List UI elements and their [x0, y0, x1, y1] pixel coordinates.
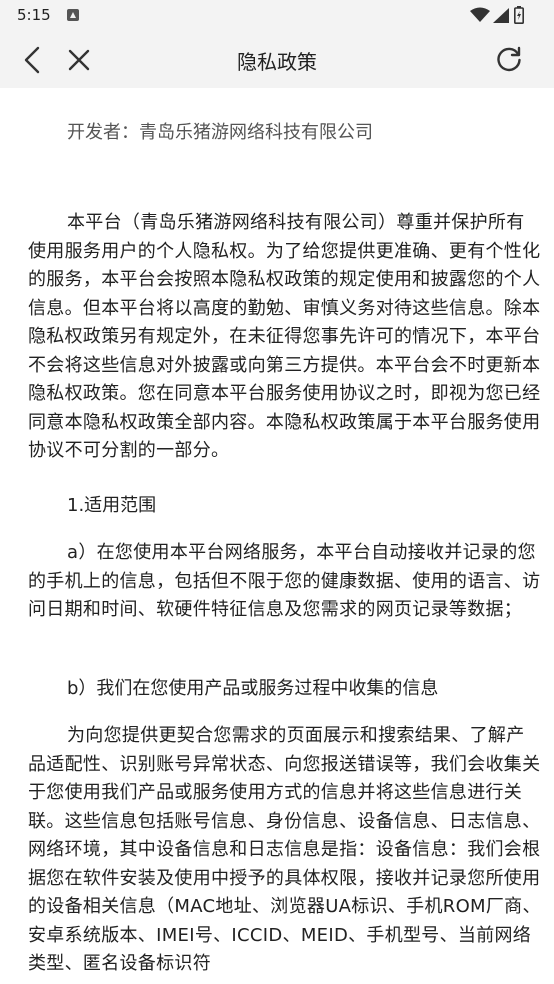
- refresh-icon[interactable]: [494, 45, 524, 75]
- page-title: 隐私政策: [237, 50, 317, 74]
- signal-icon: [493, 8, 509, 23]
- wifi-icon: [470, 7, 490, 22]
- policy-content[interactable]: 开发者：青岛乐猪游网络科技有限公司 本平台（青岛乐猪游网络科技有限公司）尊重并保…: [0, 88, 554, 984]
- status-indicators: [470, 6, 540, 24]
- status-bar: 5:15: [0, 0, 554, 30]
- status-time: 5:15: [17, 6, 51, 24]
- section-b-title: b）我们在您使用产品或服务过程中收集的信息: [67, 678, 439, 699]
- intro-paragraph: 本平台（青岛乐猪游网络科技有限公司）尊重并保护所有使用服务用户的个人隐私权。为了…: [28, 212, 541, 461]
- notification-icon: [67, 9, 79, 21]
- section-b-paragraph: 为向您提供更契合您需求的页面展示和搜索结果、了解产品适配性、识别账号异常状态、向…: [28, 725, 541, 974]
- section-a-paragraph: a）在您使用本平台网络服务，本平台自动接收并记录的您的手机上的信息，包括但不限于…: [28, 542, 541, 620]
- battery-icon: [514, 6, 524, 24]
- navigation-bar: 隐私政策: [0, 30, 554, 88]
- section-title-scope: 1.适用范围: [67, 495, 157, 516]
- developer-label: 开发者：青岛乐猪游网络科技有限公司: [67, 122, 373, 143]
